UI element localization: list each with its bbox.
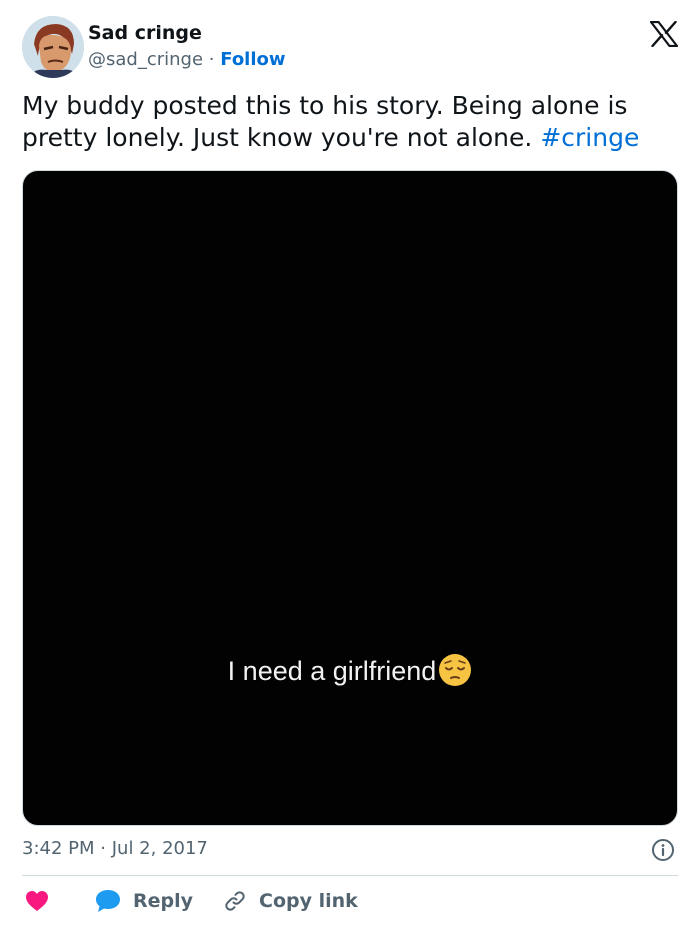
speech-bubble-icon: [96, 890, 120, 912]
media-caption-text: I need a girlfriend: [227, 656, 437, 686]
tweet-timestamp[interactable]: 3:42 PM · Jul 2, 2017: [22, 838, 208, 859]
action-bar: Reply Copy link: [22, 884, 358, 918]
heart-icon: [26, 891, 48, 911]
reply-button[interactable]: Reply: [95, 889, 193, 913]
tweet-media[interactable]: I need a girlfriend: [22, 170, 678, 826]
hashtag-link[interactable]: #cringe: [540, 123, 639, 152]
copy-link-label: Copy link: [259, 890, 358, 912]
link-icon: [225, 891, 245, 911]
tweet-text: My buddy posted this to his story. Being…: [22, 90, 682, 154]
copy-link-button[interactable]: Copy link: [223, 889, 358, 913]
handle-separator: ·: [208, 49, 215, 70]
author-handle-row: @sad_cringe · Follow: [88, 49, 286, 70]
divider: [22, 875, 678, 876]
reply-label: Reply: [133, 890, 194, 912]
info-icon[interactable]: [651, 838, 675, 862]
tweet-body: My buddy posted this to his story. Being…: [22, 91, 628, 152]
timestamp-separator: ·: [100, 838, 106, 859]
media-caption: I need a girlfriend: [23, 653, 677, 687]
follow-button[interactable]: Follow: [220, 49, 285, 70]
tweet-date: Jul 2, 2017: [111, 838, 208, 859]
like-button[interactable]: [25, 890, 49, 912]
avatar-illustration: [22, 16, 84, 78]
x-logo-icon[interactable]: [649, 20, 679, 48]
pensive-face-emoji-icon: [439, 654, 472, 686]
avatar[interactable]: [22, 16, 84, 78]
author-name[interactable]: Sad cringe: [88, 22, 202, 44]
tweet-time: 3:42 PM: [22, 838, 95, 859]
author-handle[interactable]: @sad_cringe: [88, 49, 203, 70]
